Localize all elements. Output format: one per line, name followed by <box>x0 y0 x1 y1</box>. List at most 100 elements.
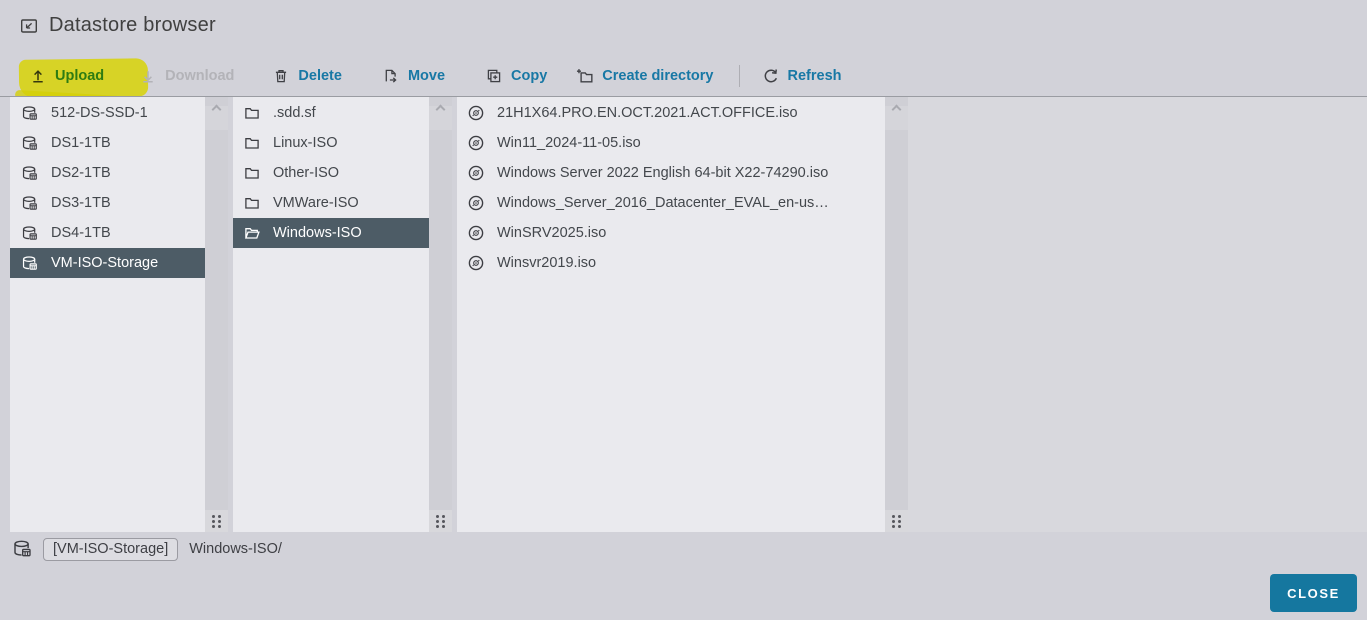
upload-button[interactable]: Upload <box>14 58 149 106</box>
folder-row[interactable]: Linux-ISO <box>233 128 429 158</box>
file-row[interactable]: Win11_2024-11-05.iso <box>457 128 885 158</box>
refresh-label: Refresh <box>787 68 842 84</box>
file-name: Win11_2024-11-05.iso <box>497 135 641 151</box>
folder-name: VMWare-ISO <box>273 195 359 211</box>
file-row[interactable]: Winsvr2019.iso <box>457 248 885 278</box>
datastore-icon <box>21 255 38 272</box>
file-name: WinSRV2025.iso <box>497 225 607 241</box>
folder-icon <box>244 195 260 211</box>
current-path-bar: [VM-ISO-Storage] Windows-ISO/ <box>12 535 282 563</box>
folder-row[interactable]: VMWare-ISO <box>233 188 429 218</box>
datastore-row[interactable]: DS4-1TB <box>10 218 205 248</box>
move-label: Move <box>407 68 446 84</box>
scroll-up-button[interactable] <box>429 104 452 130</box>
iso-disc-icon <box>468 105 484 121</box>
folder-name: .sdd.sf <box>273 105 316 121</box>
upload-icon <box>30 68 46 84</box>
refresh-button[interactable]: Refresh <box>762 68 842 85</box>
toolbar-separator <box>738 65 740 87</box>
download-label: Download <box>165 68 235 84</box>
scroll-up-button[interactable] <box>885 104 908 130</box>
empty-panel <box>908 97 1367 532</box>
file-name: Winsvr2019.iso <box>497 255 597 271</box>
datastore-icon <box>12 539 32 559</box>
create-directory-label: Create directory <box>602 68 714 84</box>
datastore-icon <box>21 105 38 122</box>
folder-icon <box>244 135 260 151</box>
iso-disc-icon <box>468 195 484 211</box>
iso-disc-icon <box>468 135 484 151</box>
folder-name: Linux-ISO <box>273 135 338 151</box>
delete-label: Delete <box>298 68 342 84</box>
dialog-header: Datastore browser <box>20 14 216 37</box>
folder-icon <box>244 165 260 181</box>
datastore-row[interactable]: DS3-1TB <box>10 188 205 218</box>
download-icon <box>140 68 156 84</box>
datastore-row[interactable]: DS2-1TB <box>10 158 205 188</box>
datastore-list-scrollbar[interactable] <box>205 97 228 532</box>
chevron-up-icon <box>891 104 902 115</box>
file-list: 21H1X64.PRO.EN.OCT.2021.ACT.OFFICE.iso W… <box>457 97 885 532</box>
folder-name: Windows-ISO <box>273 225 362 241</box>
iso-disc-icon <box>468 165 484 181</box>
new-folder-icon <box>576 68 593 85</box>
dialog-title: Datastore browser <box>49 14 216 36</box>
datastore-name: DS4-1TB <box>51 225 111 241</box>
folder-icon <box>244 105 260 121</box>
move-button[interactable]: Move <box>383 68 445 84</box>
file-row[interactable]: Windows_Server_2016_Datacenter_EVAL_en-u… <box>457 188 885 218</box>
upload-label: Upload <box>55 68 105 84</box>
move-file-icon <box>383 68 399 84</box>
copy-button[interactable]: Copy <box>486 68 547 84</box>
create-directory-button[interactable]: Create directory <box>576 68 714 85</box>
datastore-row[interactable]: DS1-1TB <box>10 128 205 158</box>
folder-row[interactable]: .sdd.sf <box>233 98 429 128</box>
column-resize-grip[interactable] <box>205 510 228 532</box>
column-resize-grip[interactable] <box>429 510 452 532</box>
datastore-list: 512-DS-SSD-1 DS1-1TB DS2-1TB DS3-1TB DS4… <box>10 97 205 532</box>
delete-button[interactable]: Delete <box>273 68 342 84</box>
scroll-up-button[interactable] <box>205 104 228 130</box>
iso-disc-icon <box>468 255 484 271</box>
datastore-name: DS2-1TB <box>51 165 111 181</box>
copy-label: Copy <box>511 68 548 84</box>
datastore-browser-icon <box>20 17 38 35</box>
column-resize-grip[interactable] <box>885 510 908 532</box>
folder-row[interactable]: Other-ISO <box>233 158 429 188</box>
trash-icon <box>273 68 289 84</box>
folder-list: .sdd.sf Linux-ISO Other-ISO VMWare-ISO W… <box>233 97 429 532</box>
chevron-up-icon <box>435 104 446 115</box>
copy-icon <box>486 68 502 84</box>
folder-row-selected[interactable]: Windows-ISO <box>233 218 429 248</box>
folder-name: Other-ISO <box>273 165 340 181</box>
datastore-icon <box>21 195 38 212</box>
datastore-name: DS3-1TB <box>51 195 111 211</box>
datastore-name: VM-ISO-Storage <box>51 255 159 271</box>
datastore-name: 512-DS-SSD-1 <box>51 105 148 121</box>
datastore-icon <box>21 135 38 152</box>
toolbar: Upload Download Delete Move Copy Create … <box>14 56 842 106</box>
datastore-row-selected[interactable]: VM-ISO-Storage <box>10 248 205 278</box>
close-button[interactable]: CLOSE <box>1270 574 1357 612</box>
file-list-scrollbar[interactable] <box>885 97 908 532</box>
refresh-icon <box>762 68 779 85</box>
chevron-up-icon <box>211 104 222 115</box>
datastore-name: DS1-1TB <box>51 135 111 151</box>
grip-dots-icon <box>436 515 439 518</box>
file-name: 21H1X64.PRO.EN.OCT.2021.ACT.OFFICE.iso <box>497 105 798 121</box>
file-row[interactable]: WinSRV2025.iso <box>457 218 885 248</box>
datastore-icon <box>21 165 38 182</box>
file-name: Windows_Server_2016_Datacenter_EVAL_en-u… <box>497 195 829 211</box>
datastore-icon <box>21 225 38 242</box>
folder-list-scrollbar[interactable] <box>429 97 452 532</box>
iso-disc-icon <box>468 225 484 241</box>
datastore-row[interactable]: 512-DS-SSD-1 <box>10 98 205 128</box>
download-button[interactable]: Download <box>140 68 234 84</box>
path-text: Windows-ISO/ <box>189 541 282 557</box>
file-row[interactable]: 21H1X64.PRO.EN.OCT.2021.ACT.OFFICE.iso <box>457 98 885 128</box>
folder-open-icon <box>244 225 260 241</box>
grip-dots-icon <box>212 515 215 518</box>
file-name: Windows Server 2022 English 64-bit X22-7… <box>497 165 829 181</box>
datastore-badge: [VM-ISO-Storage] <box>43 537 179 561</box>
file-row[interactable]: Windows Server 2022 English 64-bit X22-7… <box>457 158 885 188</box>
